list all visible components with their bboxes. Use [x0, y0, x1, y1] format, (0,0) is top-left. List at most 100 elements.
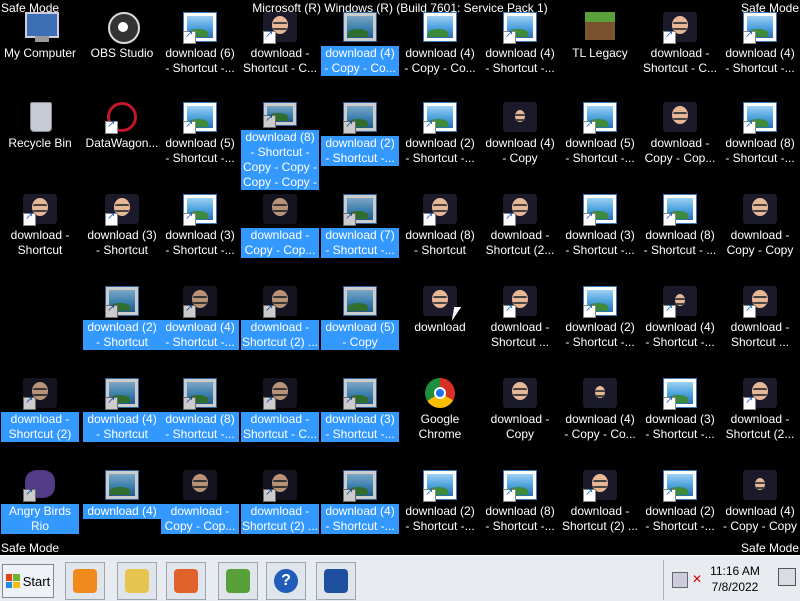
desktop-icon[interactable]: download - Shortcut - C... [240, 8, 320, 100]
desktop-icon[interactable]: download - Shortcut ... [480, 282, 560, 374]
desktop-icon[interactable]: download [400, 282, 480, 374]
desktop-icon[interactable]: download - Copy - Cop... [640, 98, 720, 190]
desktop-icon-label: download (3) - Shortcut -... [645, 412, 715, 441]
desktop-icon[interactable]: download (4) - Copy - Co... [560, 374, 640, 466]
desktop-icon[interactable]: OBS Studio [82, 8, 162, 100]
desktop-icon[interactable]: download (4) - Shortcut [82, 374, 162, 466]
desktop-icon[interactable]: download (3) - Shortcut -... [640, 374, 720, 466]
desktop-icon[interactable]: TL Legacy [560, 8, 640, 100]
desktop-icon[interactable]: download (4) [82, 466, 162, 558]
start-button[interactable]: Start [2, 564, 54, 598]
desktop-icon[interactable]: download (8) - Shortcut - ... [640, 190, 720, 282]
desktop[interactable]: My Computer OBS Studio download (6) - Shor… [0, 0, 800, 555]
land-thumbnail-icon [183, 102, 217, 134]
desktop-icon[interactable]: download - Copy - Copy [720, 190, 800, 282]
shortcut-arrow-icon [183, 303, 196, 318]
desktop-icon[interactable]: download - Copy - Cop... [160, 466, 240, 558]
explorer-taskbar-button[interactable] [117, 562, 157, 600]
shortcut-arrow-icon [23, 487, 36, 502]
desktop-icon[interactable]: download (4) - Shortcut -... [720, 8, 800, 100]
face-thumbnail-icon [663, 12, 697, 44]
land-thumbnail-icon [343, 102, 377, 134]
minecraft-taskbar-button[interactable] [218, 562, 258, 600]
shortcut-arrow-icon [343, 119, 356, 134]
network-icon[interactable] [672, 572, 688, 588]
shortcut-arrow-icon [583, 211, 596, 226]
bird-thumbnail-icon [23, 470, 57, 502]
desktop-icon[interactable]: download (2) - Shortcut -... [320, 98, 400, 190]
media-player-taskbar-button[interactable] [65, 562, 105, 600]
land-thumbnail-icon [583, 286, 617, 318]
desktop-icon[interactable]: download (4) - Copy - Co... [400, 8, 480, 100]
desktop-icon-label: download (4) - Copy - Copy [722, 504, 798, 533]
desktop-icon[interactable]: download - Shortcut (2... [720, 374, 800, 466]
desktop-icon[interactable]: download - Copy [480, 374, 560, 466]
desktop-icon[interactable]: download (2) - Shortcut [82, 282, 162, 374]
desktop-icon-label: download (4) - Copy - Co... [404, 46, 476, 75]
desktop-icon[interactable]: download - Copy - Cop... [240, 190, 320, 282]
clock-time[interactable]: 11:16 AM [700, 564, 770, 578]
desktop-icon[interactable]: download - Shortcut (2) ... [240, 282, 320, 374]
desktop-icon-label: download - Copy [490, 412, 550, 441]
desktop-icon[interactable]: download (8) - Shortcut - Copy - Copy - … [240, 98, 320, 190]
desktop-icon[interactable]: download - Shortcut (2) ... [240, 466, 320, 558]
os-build-title: Microsoft (R) Windows (R) (Build 7601: S… [252, 1, 548, 15]
desktop-icon[interactable]: download (2) - Shortcut -... [400, 98, 480, 190]
desktop-icon[interactable]: download (5) - Copy [320, 282, 400, 374]
face-thumbnail-icon [263, 12, 297, 44]
shortcut-arrow-icon [343, 395, 356, 410]
desktop-icon-label: download - Copy - Cop... [644, 136, 716, 165]
desktop-icon[interactable]: download (5) - Shortcut -... [160, 98, 240, 190]
desktop-icon[interactable]: download (8) - Shortcut -... [160, 374, 240, 466]
desktop-icon[interactable]: download - Shortcut [0, 190, 80, 282]
desktop-icon[interactable]: download (2) - Shortcut -... [400, 466, 480, 558]
face-thumbnail-icon [183, 286, 217, 318]
desktop-icon[interactable]: download (4) - Shortcut -... [480, 8, 560, 100]
desktop-icon-label: download (2) - Shortcut -... [321, 136, 399, 166]
desktop-icon-label: My Computer [3, 46, 77, 60]
desktop-icon[interactable]: download (8) - Shortcut -... [720, 98, 800, 190]
desktop-icon[interactable]: download (5) - Shortcut -... [560, 98, 640, 190]
desktop-icon[interactable]: download - Shortcut - C... [240, 374, 320, 466]
desktop-icon[interactable]: Recycle Bin [0, 98, 80, 190]
desktop-icon[interactable]: download (3) - Shortcut -... [560, 190, 640, 282]
desktop-icon[interactable]: download - Shortcut (2... [480, 190, 560, 282]
desktop-icon[interactable]: download - Shortcut (2) [0, 374, 80, 466]
desktop-icon[interactable]: download (4) - Shortcut -... [320, 466, 400, 558]
desktop-icon[interactable]: download (7) - Shortcut -... [320, 190, 400, 282]
desktop-icon[interactable]: download (4) - Copy [480, 98, 560, 190]
land-thumbnail-icon [105, 286, 139, 318]
desktop-icon-label: download (4) - Shortcut [83, 412, 161, 442]
desktop-icon[interactable]: My Computer [0, 8, 80, 100]
land-thumbnail-icon [743, 12, 777, 44]
desktop-icon[interactable]: download (2) - Shortcut -... [560, 282, 640, 374]
desktop-icon[interactable]: download (6) - Shortcut -... [160, 8, 240, 100]
powershell-taskbar-button[interactable] [316, 562, 356, 600]
desktop-icon[interactable]: download (4) - Shortcut -... [160, 282, 240, 374]
shortcut-arrow-icon [583, 487, 596, 502]
desktop-icon[interactable]: download - Shortcut ... [720, 282, 800, 374]
shortcut-arrow-icon [23, 211, 36, 226]
clock-date[interactable]: 7/8/2022 [700, 580, 770, 594]
desktop-icon[interactable]: download (8) - Shortcut [400, 190, 480, 282]
desktop-icon-label: download (8) - Shortcut -... [725, 136, 795, 165]
help-taskbar-button[interactable]: ? [266, 562, 306, 600]
desktop-icon[interactable]: DataWagon... [82, 98, 162, 190]
desktop-icon[interactable]: download (8) - Shortcut -... [480, 466, 560, 558]
desktop-icon-label: download - Shortcut (2) ... [241, 320, 319, 350]
desktop-icon[interactable]: download (2) - Shortcut -... [640, 466, 720, 558]
desktop-icon[interactable]: download (3) - Shortcut [82, 190, 162, 282]
show-desktop-icon[interactable] [778, 568, 796, 586]
land-thumbnail-icon [743, 102, 777, 134]
desktop-icon[interactable]: download (4) - Shortcut -... [640, 282, 720, 374]
desktop-icon[interactable]: download - Shortcut - C... [640, 8, 720, 100]
desktop-icon[interactable]: download (3) - Shortcut -... [160, 190, 240, 282]
desktop-icon[interactable]: download (4) - Copy - Co... [320, 8, 400, 100]
desktop-icon[interactable]: Google Chrome [400, 374, 480, 466]
firefox-taskbar-button[interactable] [166, 562, 206, 600]
desktop-icon[interactable]: download (3) - Shortcut -... [320, 374, 400, 466]
land-thumbnail-icon [263, 102, 297, 128]
face-thumbnail-icon [23, 194, 57, 226]
shortcut-arrow-icon [663, 211, 676, 226]
desktop-icon[interactable]: download - Shortcut (2) ... [560, 466, 640, 558]
